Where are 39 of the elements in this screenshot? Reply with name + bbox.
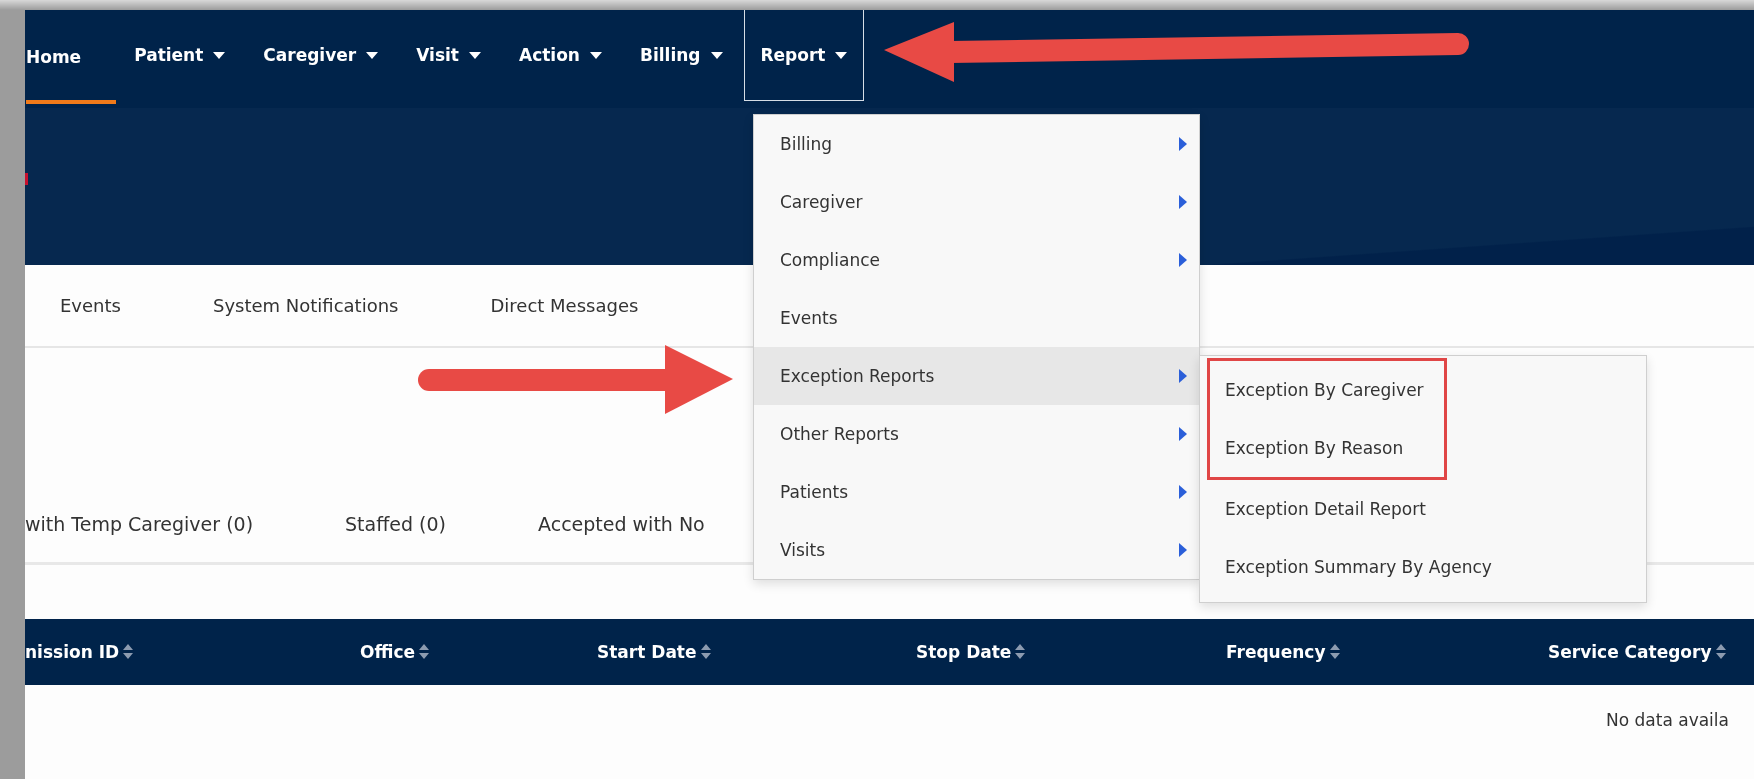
sort-icon[interactable] bbox=[1015, 644, 1026, 660]
column-header[interactable]: Frequency bbox=[1226, 642, 1326, 662]
nav-menu-item[interactable]: Patient bbox=[117, 10, 243, 101]
column-header[interactable]: Service Category bbox=[1548, 642, 1712, 662]
submenu-item[interactable]: Exception By Reason bbox=[1210, 419, 1444, 477]
submenu-item[interactable]: Exception By Caregiver bbox=[1210, 361, 1444, 419]
tab[interactable]: Events bbox=[60, 295, 121, 316]
submenu-item[interactable]: Exception Summary By Agency bbox=[1200, 538, 1646, 596]
logo-fragment bbox=[25, 172, 28, 185]
nav-menu-item[interactable]: Report bbox=[743, 10, 865, 101]
menu-item[interactable]: Compliance bbox=[754, 231, 1199, 289]
sort-icon[interactable] bbox=[1715, 644, 1726, 660]
nav-menu-item[interactable]: Action bbox=[501, 10, 619, 101]
menu-item[interactable]: Events bbox=[754, 289, 1199, 347]
column-header[interactable]: Office bbox=[360, 642, 416, 662]
filter-tab[interactable]: Staffed (0) bbox=[345, 512, 446, 535]
nav-menu-item[interactable]: Visit bbox=[399, 10, 498, 101]
sort-icon[interactable] bbox=[419, 644, 430, 660]
filter-tab[interactable]: Accepted with No bbox=[538, 512, 705, 535]
nav-menu-item[interactable]: Home bbox=[25, 10, 118, 105]
sort-icon[interactable] bbox=[1329, 644, 1340, 660]
menu-item[interactable]: Caregiver bbox=[754, 173, 1199, 231]
menu-item[interactable]: Billing bbox=[754, 115, 1199, 173]
menu-item[interactable]: Other Reports bbox=[754, 405, 1199, 463]
menu-item[interactable]: Exception Reports bbox=[754, 347, 1199, 405]
sort-icon[interactable] bbox=[123, 644, 134, 660]
menu-item[interactable]: Visits bbox=[754, 521, 1199, 579]
column-header[interactable]: Stop Date bbox=[916, 642, 1012, 662]
menu-item[interactable]: Patients bbox=[754, 463, 1199, 521]
empty-message: No data availa bbox=[1606, 710, 1729, 730]
column-header[interactable]: nission ID bbox=[25, 642, 120, 662]
tab[interactable]: System Notifications bbox=[212, 295, 399, 316]
column-header[interactable]: Start Date bbox=[597, 642, 697, 662]
nav-menu-item[interactable]: Caregiver bbox=[246, 10, 396, 101]
sort-icon[interactable] bbox=[700, 644, 711, 660]
filter-tab[interactable]: with Temp Caregiver (0) bbox=[25, 512, 254, 535]
nav-menu-item[interactable]: Billing bbox=[622, 10, 740, 101]
tab[interactable]: Direct Messages bbox=[490, 295, 639, 316]
submenu-item[interactable]: Exception Detail Report bbox=[1200, 480, 1646, 538]
